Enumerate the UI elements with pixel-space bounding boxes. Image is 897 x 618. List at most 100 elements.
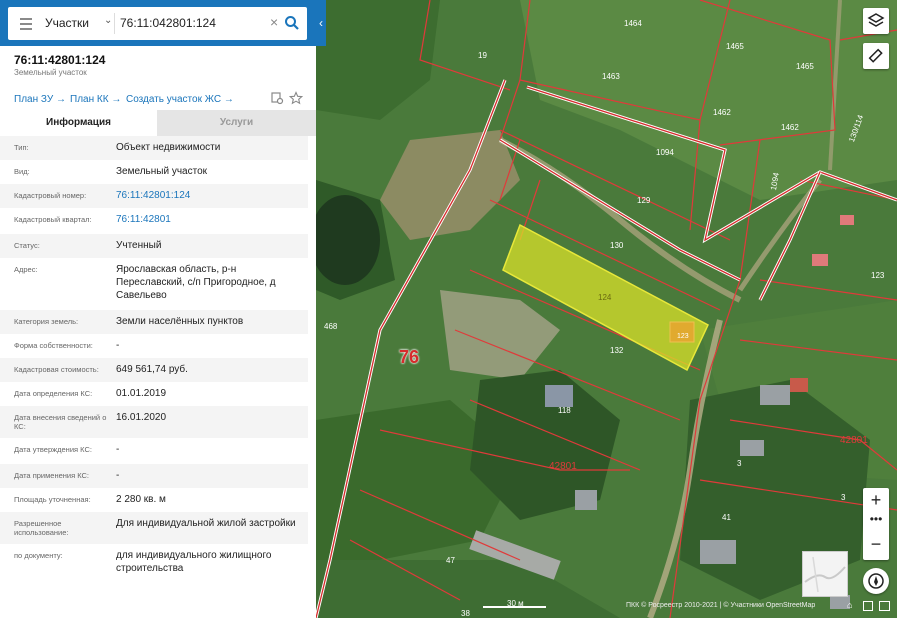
info-row-cad-value: Кадастровая стоимость: 649 561,74 руб. [0,358,308,382]
row-label: Площадь уточненная: [14,495,91,504]
row-label: по документу: [14,551,63,560]
minimap-thumbnail[interactable] [802,551,848,597]
zoom-out-button[interactable]: − [863,534,889,555]
row-value: - [116,444,120,455]
parcel-label: 130 [610,241,624,250]
search-input[interactable]: 76:11:042801:124 [120,16,216,30]
parcel-title: 76:11:42801:124 [14,53,106,67]
row-value: - [116,470,120,481]
row-label: Тип: [14,143,29,152]
category-select[interactable]: Участки [45,16,89,30]
row-value: 649 561,74 руб. [116,364,188,375]
row-label: Дата утверждения КС: [14,445,92,454]
home-icon[interactable]: ⌂ [847,600,857,610]
row-label: Разрешенное использование: [14,519,69,537]
row-label: Категория земель: [14,317,79,326]
divider [114,13,115,34]
measure-button[interactable] [863,43,889,69]
search-box: Участки ⌄ 76:11:042801:124 × [8,7,307,40]
row-value: 01.01.2019 [116,388,167,399]
parcel-label: 129 [637,196,651,205]
row-label: Адрес: [14,265,38,274]
info-row-cad-number: Кадастровый номер: 76:11:42801:124 [0,184,308,208]
parcel-label: 3 [841,493,846,502]
parcel-label: 41 [722,513,731,522]
tab-info[interactable]: Информация [0,110,157,136]
fullscreen-icon[interactable] [863,601,873,611]
parcel-label: 123 [871,271,885,280]
parcel-label: 42801 [840,435,868,446]
info-row-date-entry: Дата внесения сведений о КС: 16.01.2020 [0,406,308,438]
plan-zu-link[interactable]: План ЗУ → [14,94,66,105]
row-label: Кадастровая стоимость: [14,365,99,374]
row-label: Кадастровый квартал: [14,215,92,224]
info-row-date-apply: Дата применения КС: - [0,464,308,488]
row-value: Ярославская область, р-н Переславский, с… [116,264,276,301]
compass-icon [868,573,884,589]
info-row-area: Площадь уточненная: 2 280 кв. м [0,488,308,512]
road-number-label: 76 [399,347,420,367]
info-row-ownership: Форма собственности: - [0,334,308,358]
menu-icon[interactable] [20,18,32,30]
cad-quarter-link[interactable]: 76:11:42801 [116,213,304,226]
search-bar: Участки ⌄ 76:11:042801:124 × [0,0,316,46]
row-value: Объект недвижимости [116,142,221,153]
info-row-permitted-use: Разрешенное использование: Для индивидуа… [0,512,308,544]
more-options-icon[interactable]: ••• [863,512,889,526]
parcel-label: 42801 [549,461,577,472]
tab-services[interactable]: Услуги [157,110,316,136]
info-panel: Участки ⌄ 76:11:042801:124 × 76:11:42801… [0,0,316,618]
parcel-label: 3 [737,459,742,468]
zoom-in-button[interactable]: + [863,490,889,511]
clear-icon[interactable]: × [270,14,278,30]
info-row-status: Статус: Учтенный [0,234,308,258]
row-value: Для индивидуальной жилой застройки [116,518,296,529]
parcel-label: 124 [598,293,612,302]
row-label: Кадастровый номер: [14,191,87,200]
info-row-by-document: по документу: для индивидуального жилищн… [0,544,308,584]
parcel-label: 1462 [713,108,731,117]
chevron-down-icon[interactable]: ⌄ [104,15,112,26]
star-icon[interactable] [289,91,303,105]
row-label: Дата применения КС: [14,471,90,480]
row-label: Дата определения КС: [14,389,93,398]
parcel-label: 468 [324,322,338,331]
row-value: 16.01.2020 [116,412,167,423]
parcel-label: 123 [677,333,689,340]
row-value: Земельный участок [116,166,208,177]
parcel-label: 1094 [656,148,674,157]
parcel-label: 38 [461,609,470,618]
parcel-label: 1465 [726,42,744,51]
info-row-kind: Вид: Земельный участок [0,160,308,184]
row-value: для индивидуального жилищного строительс… [116,550,272,574]
search-icon[interactable] [284,15,300,31]
compass-button[interactable] [863,568,889,594]
row-value: Учтенный [116,240,162,251]
row-label: Вид: [14,167,30,176]
plan-kk-link[interactable]: План КК → [70,94,121,105]
collapse-panel-button[interactable]: ‹ [316,0,326,46]
row-value: - [116,340,120,351]
info-row-date-approve: Дата утверждения КС: - [0,438,308,464]
parcel-label: 1464 [624,19,642,28]
row-label: Форма собственности: [14,341,93,350]
parcel-label: 1462 [781,123,799,132]
parcel-label: 132 [610,346,624,355]
create-zs-link[interactable]: Создать участок ЖС → [126,94,234,105]
export-icon[interactable] [879,601,890,611]
info-row-date-cs: Дата определения КС: 01.01.2019 [0,382,308,406]
row-value: Земли населённых пунктов [116,316,244,327]
row-label: Статус: [14,241,40,250]
parcel-label: 1465 [796,62,814,71]
cad-number-link[interactable]: 76:11:42801:124 [116,189,304,202]
layers-button[interactable] [863,8,889,34]
info-row-cad-quarter: Кадастровый квартал: 76:11:42801 [0,208,308,234]
info-row-type: Тип: Объект недвижимости [0,136,308,160]
layers-icon [867,13,885,27]
zoom-control: + ••• − [863,488,889,560]
scale-label: 30 м [507,599,524,608]
parcel-subtitle: Земельный участок [14,68,87,77]
copy-icon[interactable] [270,91,284,105]
ruler-icon [868,48,883,63]
tab-bar: Информация Услуги [0,110,316,136]
